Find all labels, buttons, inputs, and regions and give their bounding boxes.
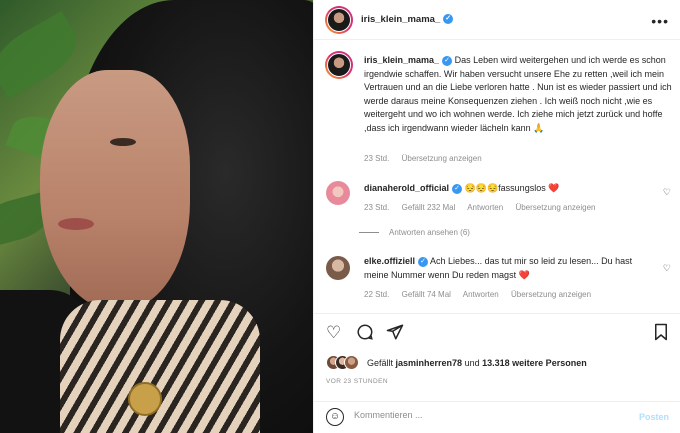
- face: [40, 70, 190, 310]
- comment-likes[interactable]: Gefällt 232 Mal: [402, 203, 456, 212]
- replies-divider: [359, 232, 379, 234]
- post-detail-panel: iris_klein_mama_ ✓ ••• iris_klein_mama_ ✓ …: [313, 0, 680, 433]
- caption-text: iris_klein_mama_ ✓ Das Leben wird weiterg…: [364, 54, 672, 135]
- more-options-icon[interactable]: •••: [651, 13, 669, 29]
- red-heart-emoji: ❤️: [548, 183, 560, 193]
- caption-time: 23 Std.: [364, 154, 390, 163]
- verified-badge-icon: ✓: [443, 14, 454, 25]
- caption-username[interactable]: iris_klein_mama_: [364, 55, 439, 65]
- view-replies-button[interactable]: Antworten ansehen (6): [359, 228, 470, 237]
- comment-like-icon[interactable]: ♡: [663, 263, 671, 274]
- red-heart-emoji: ❤️: [518, 269, 530, 280]
- share-icon[interactable]: [386, 323, 404, 346]
- likes-user[interactable]: jasminherren78: [396, 358, 463, 368]
- comment-avatar[interactable]: [326, 256, 350, 280]
- comment-time: 23 Std.: [364, 203, 390, 212]
- caption-avatar[interactable]: [325, 51, 353, 79]
- post-comment-button[interactable]: Posten: [639, 412, 669, 422]
- likes-count[interactable]: 13.318 weitere Personen: [482, 358, 587, 368]
- comment-icon[interactable]: [356, 323, 374, 346]
- praying-hands-emoji: 🙏: [533, 122, 545, 133]
- view-replies-label[interactable]: Antworten ansehen (6): [389, 228, 470, 237]
- post-header: iris_klein_mama_ ✓ •••: [314, 0, 680, 40]
- likes-middle: und: [464, 358, 480, 368]
- pendant: [128, 382, 162, 416]
- author-username-text[interactable]: iris_klein_mama_: [361, 14, 440, 25]
- comment-body: fassungslos: [498, 183, 546, 193]
- emoji-icon[interactable]: ☺: [326, 408, 344, 426]
- post-timestamp[interactable]: VOR 23 STUNDEN: [326, 378, 388, 385]
- author-avatar[interactable]: [325, 6, 353, 34]
- comment-meta: 22 Std. Gefällt 74 Mal Antworten Überset…: [364, 290, 601, 299]
- comment-avatar[interactable]: [326, 181, 350, 205]
- liker-avatar: [344, 355, 359, 370]
- caption-translate-link[interactable]: Übersetzung anzeigen: [402, 154, 482, 163]
- comment-username[interactable]: dianaherold_official: [364, 183, 449, 193]
- comment-text: elke.offiziell ✓ Ach Liebes... das tut mi…: [364, 255, 654, 282]
- comment-time: 22 Std.: [364, 290, 390, 299]
- caption-body: Das Leben wird weitergehen und ich werde…: [364, 55, 672, 133]
- comment-username[interactable]: elke.offiziell: [364, 256, 415, 266]
- comment-translate-link[interactable]: Übersetzung anzeigen: [511, 290, 591, 299]
- comment-translate-link[interactable]: Übersetzung anzeigen: [515, 203, 595, 212]
- caption-meta: 23 Std. Übersetzung anzeigen: [364, 154, 492, 163]
- likes-text: Gefällt jasminherren78 und 13.318 weiter…: [367, 358, 587, 368]
- comments-scroll[interactable]: iris_klein_mama_ ✓ Das Leben wird weiterg…: [314, 41, 680, 313]
- heart-icon[interactable]: ♡: [326, 323, 341, 343]
- add-comment-bar: ☺ Posten: [314, 401, 680, 433]
- comment-reply-button[interactable]: Antworten: [463, 290, 499, 299]
- comment-like-icon[interactable]: ♡: [663, 187, 671, 198]
- post-photo[interactable]: [0, 0, 313, 433]
- verified-badge-icon: ✓: [418, 256, 429, 267]
- verified-badge-icon: ✓: [452, 183, 463, 194]
- comment-reply-button[interactable]: Antworten: [467, 203, 503, 212]
- author-username[interactable]: iris_klein_mama_ ✓: [361, 14, 454, 25]
- comment-input[interactable]: [354, 410, 624, 420]
- sad-emojis: 😔😔😔: [464, 183, 499, 193]
- bookmark-icon[interactable]: [653, 323, 669, 346]
- likes-prefix: Gefällt: [367, 358, 394, 368]
- comment-meta: 23 Std. Gefällt 232 Mal Antworten Überse…: [364, 203, 606, 212]
- verified-badge-icon: ✓: [442, 55, 453, 66]
- comment-text: dianaherold_official ✓ 😔😔😔fassungslos ❤️: [364, 182, 654, 196]
- eye: [110, 138, 136, 146]
- comment-likes[interactable]: Gefällt 74 Mal: [402, 290, 451, 299]
- post-actions: ♡ Gefällt jasminherren78 und 13.318 weit…: [314, 313, 680, 413]
- lips: [58, 218, 94, 230]
- blouse: [60, 300, 260, 433]
